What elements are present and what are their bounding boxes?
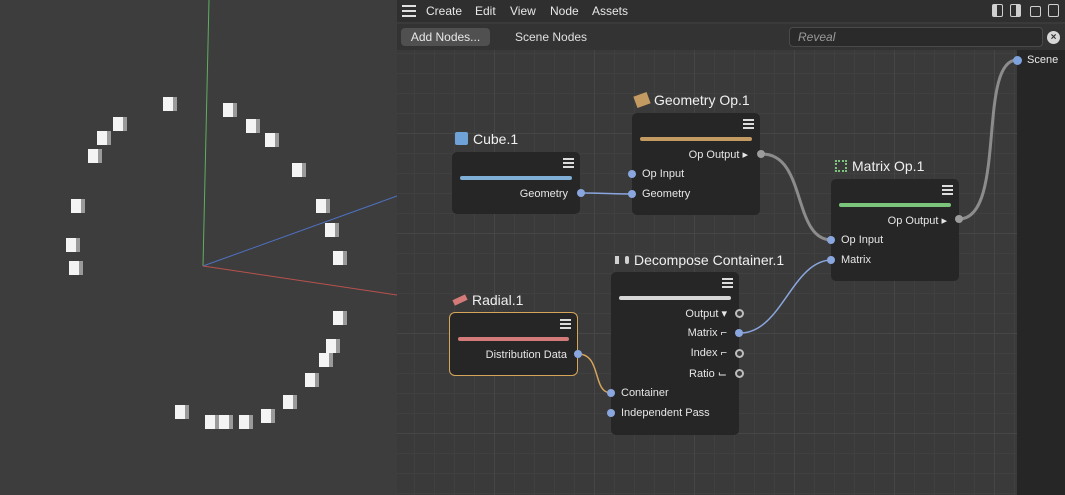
port-label-independent-pass: Independent Pass [621, 407, 710, 419]
clone-cube [326, 339, 340, 353]
port-label-output: Output ▾ [685, 308, 727, 320]
port-label-ratio: Ratio ⌙ [689, 368, 727, 380]
clone-cube [239, 415, 253, 429]
port-decompose-container-in[interactable] [607, 389, 615, 397]
cube-node[interactable]: Geometry [452, 152, 580, 214]
port-cube-geometry-out[interactable] [577, 189, 585, 197]
cube-icon [455, 132, 468, 145]
port-label-op-output: Op Output ▸ [688, 149, 748, 161]
port-matrix-op-output[interactable] [955, 215, 963, 223]
geometry-node-title: Geometry Op.1 [633, 91, 750, 109]
port-geometry-op-input[interactable] [628, 170, 636, 178]
clone-cube [333, 251, 347, 265]
wire-matrix-scene [958, 58, 1018, 221]
radial-node-title: Radial.1 [452, 292, 523, 308]
node-menu-icon[interactable] [743, 119, 754, 129]
node-menu-icon[interactable] [560, 319, 571, 329]
clone-cube [163, 97, 177, 111]
port-label-op-input: Op Input [841, 234, 884, 246]
wire-cube-geometry [580, 192, 634, 195]
clone-cube [219, 415, 233, 429]
node-color-bar [640, 137, 752, 141]
clone-cube [333, 311, 347, 325]
clone-cube [66, 238, 80, 252]
node-color-bar [619, 296, 731, 300]
wire-decompose-matrix [739, 259, 833, 334]
node-color-bar [460, 176, 572, 180]
port-label-container: Container [621, 387, 669, 399]
port-matrix-matrix-in[interactable] [827, 256, 835, 264]
cube-clones [66, 97, 347, 429]
clone-cube [205, 415, 219, 429]
clone-cube [175, 405, 189, 419]
y-axis [202, 0, 210, 267]
port-label-op-output: Op Output ▸ [887, 215, 947, 227]
clone-cube [88, 149, 102, 163]
port-decompose-output[interactable] [735, 309, 744, 318]
clone-cube [261, 409, 275, 423]
clone-cube [305, 373, 319, 387]
port-decompose-matrix-out[interactable] [735, 329, 743, 337]
z-axis [202, 195, 397, 267]
clone-cube [71, 199, 85, 213]
clone-cube [316, 199, 330, 213]
port-label-op-input: Op Input [642, 168, 685, 180]
port-label-index: Index ⌐ [690, 347, 727, 359]
geometry-op-icon [633, 91, 651, 109]
matrix-op-icon [835, 160, 847, 172]
port-decompose-ratio[interactable] [735, 369, 744, 378]
matrix-op-node[interactable]: Op Output ▸ Op Input Matrix [831, 179, 959, 281]
port-label-matrix: Matrix ⌐ [687, 327, 727, 339]
node-color-bar [839, 203, 951, 207]
port-geometry-op-output[interactable] [757, 150, 765, 158]
clone-cube [113, 117, 127, 131]
radial-node[interactable]: Distribution Data [449, 312, 578, 376]
clone-cube [97, 131, 111, 145]
clone-cube [319, 353, 333, 367]
port-decompose-index[interactable] [735, 349, 744, 358]
matrix-node-title: Matrix Op.1 [835, 158, 924, 174]
port-label-geometry: Geometry [642, 188, 691, 200]
clone-cube [325, 223, 339, 237]
clone-cube [69, 261, 83, 275]
wire-radial-container [577, 353, 612, 394]
decompose-node-title: Decompose Container.1 [615, 252, 784, 268]
clone-cube [265, 133, 279, 147]
node-color-bar [458, 337, 569, 341]
wire-geometry-matrix [761, 152, 833, 242]
3d-viewport[interactable] [0, 0, 397, 495]
port-label-matrix: Matrix [841, 254, 871, 266]
port-label-geometry: Geometry [519, 188, 568, 200]
decompose-icon [615, 256, 629, 264]
decompose-container-node[interactable]: Output ▾ Matrix ⌐ Index ⌐ Ratio ⌙ Contai… [611, 272, 739, 435]
node-menu-icon[interactable] [563, 158, 574, 168]
port-geometry-geometry-in[interactable] [628, 190, 636, 198]
scene-port-label: Scene [1027, 54, 1059, 66]
x-axis [202, 265, 397, 296]
geometry-op-node[interactable]: Op Output ▸ Op Input Geometry [632, 113, 760, 215]
clone-cube [292, 163, 306, 177]
clone-cube [283, 395, 297, 409]
radial-icon [452, 294, 468, 306]
port-scene-in[interactable] [1013, 56, 1022, 65]
node-editor[interactable]: Create Edit View Node Assets Add Nodes..… [397, 0, 1065, 495]
node-menu-icon[interactable] [722, 278, 733, 288]
node-menu-icon[interactable] [942, 185, 953, 195]
port-label-distribution-data: Distribution Data [485, 349, 567, 361]
port-radial-distribution-data-out[interactable] [574, 350, 582, 358]
port-decompose-independent-pass-in[interactable] [607, 409, 615, 417]
port-matrix-op-input[interactable] [827, 236, 835, 244]
cube-node-title: Cube.1 [455, 131, 518, 147]
clone-cube [223, 103, 237, 117]
clone-cube [246, 119, 260, 133]
viewport-scene [66, 0, 397, 429]
